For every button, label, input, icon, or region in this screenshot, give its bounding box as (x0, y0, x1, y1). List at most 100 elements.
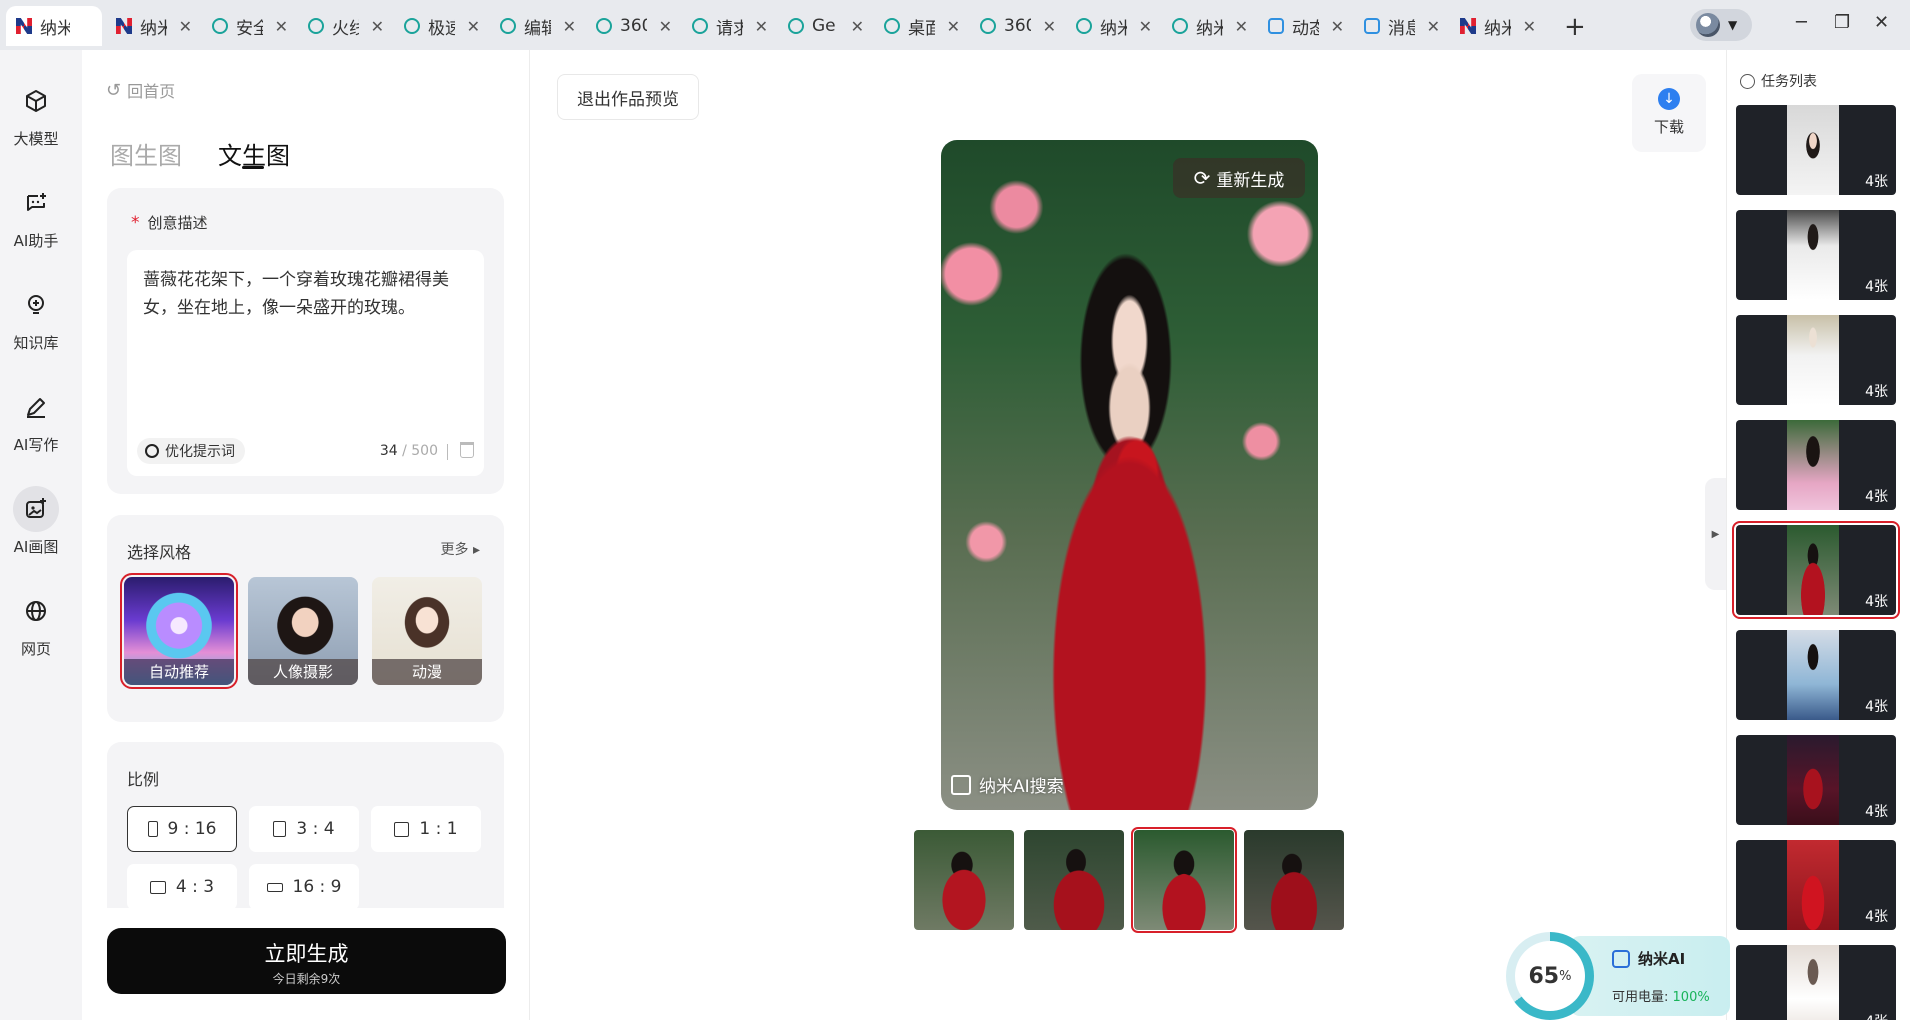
more-styles-link[interactable]: 更多 ▸ (441, 539, 480, 559)
browser-tab[interactable]: 安全 ✕ (202, 6, 298, 46)
tab-image-to-image[interactable]: 图生图 (110, 136, 182, 171)
task-item[interactable]: 4张 (1736, 735, 1896, 825)
360-icon (212, 18, 228, 34)
close-icon[interactable]: ✕ (1427, 17, 1440, 36)
360-icon (596, 18, 612, 34)
close-icon[interactable]: ✕ (851, 17, 864, 36)
variant-thumbnail[interactable] (1131, 827, 1237, 933)
task-item[interactable]: 4张 (1736, 945, 1896, 1020)
close-icon[interactable]: ✕ (659, 17, 672, 36)
prompt-textarea[interactable]: 蔷薇花花架下，一个穿着玫瑰花瓣裙得美女，坐在地上，像一朵盛开的玫瑰。 优化提示词… (127, 250, 484, 476)
rail-item-model[interactable]: 大模型 (0, 78, 72, 149)
collapse-panel-handle[interactable]: ▶ (1705, 478, 1726, 590)
browser-tab[interactable]: 纳米 (6, 6, 102, 46)
close-icon[interactable]: ✕ (467, 17, 480, 36)
browser-tab[interactable]: 动态 ✕ (1258, 6, 1354, 46)
required-mark: * (131, 213, 140, 233)
generated-image-preview (941, 140, 1318, 810)
browser-tab[interactable]: 纳米 ✕ (1066, 6, 1162, 46)
profile-menu-button[interactable]: ▼ (1690, 9, 1752, 41)
widget-brand-text: 纳米AI (1638, 950, 1686, 968)
browser-tab[interactable]: 桌面 ✕ (874, 6, 970, 46)
nami-logo-icon (951, 774, 971, 795)
close-icon[interactable]: ✕ (1523, 17, 1536, 36)
rail-item-assistant[interactable]: AI助手 (0, 180, 72, 251)
download-icon: ↓ (1658, 88, 1680, 110)
exit-preview-button[interactable]: 退出作品预览 (557, 74, 699, 120)
browser-tab[interactable]: 编辑 ✕ (490, 6, 586, 46)
rail-item-writing[interactable]: AI写作 (0, 384, 72, 455)
ratio-label: 4 : 3 (175, 877, 215, 897)
style-option-portrait[interactable]: 人像摄影 (248, 577, 358, 685)
variant-thumbnail[interactable] (1024, 830, 1124, 930)
close-icon[interactable]: ✕ (1139, 17, 1152, 36)
power-widget[interactable]: 纳米AI 可用电量: 100% 65% (1506, 930, 1730, 1020)
close-icon[interactable]: ✕ (179, 17, 192, 36)
restore-button[interactable]: ❐ (1834, 12, 1850, 33)
browser-tab[interactable]: 消息 ✕ (1354, 6, 1450, 46)
portrait-frame-icon (273, 821, 287, 837)
rail-item-knowledge[interactable]: 知识库 (0, 282, 72, 353)
task-item[interactable]: 4张 (1736, 840, 1896, 930)
close-icon[interactable]: ✕ (1043, 17, 1056, 36)
tab-label: 纳米 (40, 18, 70, 39)
bilibili-icon (1268, 18, 1284, 34)
browser-tab[interactable]: 纳米 ✕ (1450, 6, 1546, 46)
close-icon[interactable]: ✕ (563, 17, 576, 36)
browser-tab[interactable]: Ge ✕ (778, 6, 874, 46)
optimize-prompt-button[interactable]: 优化提示词 (137, 438, 245, 464)
tab-label: Ge (812, 16, 836, 36)
style-option-auto[interactable]: 自动推荐 (120, 573, 238, 689)
360-icon (308, 18, 324, 34)
style-option-label: 人像摄影 (248, 659, 358, 685)
ratio-title: 比例 (127, 770, 160, 789)
prompt-card: * 创意描述 蔷薇花花架下，一个穿着玫瑰花瓣裙得美女，坐在地上，像一朵盛开的玫瑰。… (107, 188, 504, 494)
progress-percent: 65 (1528, 963, 1560, 989)
new-tab-button[interactable]: + (1564, 12, 1586, 42)
rail-item-drawing[interactable]: AI画图 (0, 486, 72, 557)
regenerate-button[interactable]: ⟳ 重新生成 (1173, 158, 1305, 198)
close-icon[interactable]: ✕ (755, 17, 768, 36)
browser-tab[interactable]: 360 ✕ (586, 6, 682, 46)
rail-label: 知识库 (13, 334, 59, 352)
task-item[interactable]: 4张 (1736, 315, 1896, 405)
ratio-option-1-1[interactable]: 1 : 1 (371, 806, 481, 852)
close-icon[interactable]: ✕ (275, 17, 288, 36)
ratio-option-4-3[interactable]: 4 : 3 (127, 864, 237, 910)
trash-icon[interactable] (460, 442, 474, 458)
percent-unit: % (1559, 968, 1572, 984)
remaining-count: 今日剩余9次 (272, 972, 341, 986)
ratio-option-9-16[interactable]: 9 : 16 (127, 806, 237, 852)
task-item[interactable]: 4张 (1736, 105, 1896, 195)
variant-thumbnail[interactable] (1244, 830, 1344, 930)
browser-tab[interactable]: 360 ✕ (970, 6, 1066, 46)
browser-tab[interactable]: 请求 ✕ (682, 6, 778, 46)
360-icon (788, 18, 804, 34)
back-home-link[interactable]: ↺ 回首页 (106, 78, 175, 102)
task-item[interactable]: 4张 (1736, 210, 1896, 300)
close-icon[interactable]: ✕ (1235, 17, 1248, 36)
style-option-anime[interactable]: 动漫 (372, 577, 482, 685)
task-image-count: 4张 (1865, 594, 1888, 610)
rail-item-web[interactable]: 网页 (0, 588, 72, 659)
browser-tab[interactable]: 纳米 ✕ (106, 6, 202, 46)
close-icon[interactable]: ✕ (947, 17, 960, 36)
task-item[interactable]: 4张 (1732, 521, 1900, 619)
minimize-button[interactable]: ─ (1796, 12, 1807, 33)
tab-label: 动态 (1292, 18, 1319, 39)
browser-tab[interactable]: 极速 ✕ (394, 6, 490, 46)
task-item[interactable]: 4张 (1736, 420, 1896, 510)
download-button[interactable]: ↓ 下载 (1632, 74, 1706, 152)
task-item[interactable]: 4张 (1736, 630, 1896, 720)
browser-tab[interactable]: 火线 ✕ (298, 6, 394, 46)
generate-button[interactable]: 立即生成 今日剩余9次 (107, 928, 506, 994)
browser-tab[interactable]: 纳米 ✕ (1162, 6, 1258, 46)
close-icon[interactable]: ✕ (371, 17, 384, 36)
window-close-button[interactable]: ✕ (1874, 12, 1889, 33)
ratio-option-3-4[interactable]: 3 : 4 (249, 806, 359, 852)
ratio-option-16-9[interactable]: 16 : 9 (249, 864, 359, 910)
ratio-label: 9 : 16 (167, 819, 217, 839)
rail-label: 大模型 (13, 130, 59, 148)
close-icon[interactable]: ✕ (1331, 17, 1344, 36)
variant-thumbnail[interactable] (914, 830, 1014, 930)
